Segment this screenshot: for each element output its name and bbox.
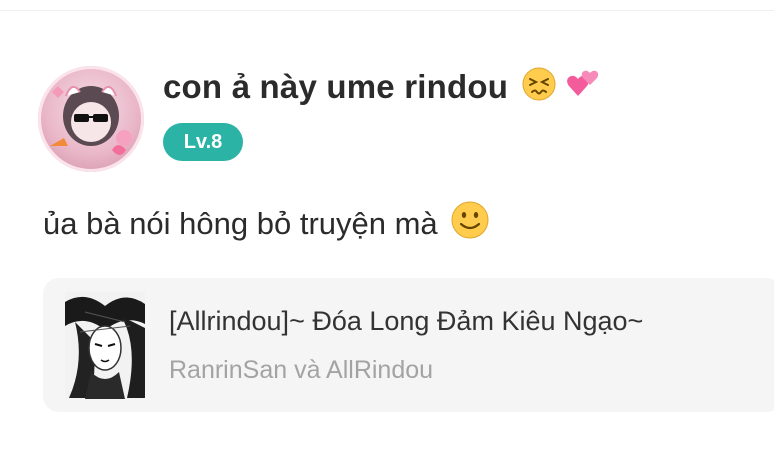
top-divider [0,10,774,11]
story-cover-image [65,292,145,399]
comment-message-text: ủa bà nói hông bỏ truyện mà [43,206,438,242]
level-badge: Lv.8 [163,123,243,161]
username[interactable]: con ả này ume rindou [163,66,605,112]
story-author: RanrinSan và AllRindou [169,356,434,384]
avatar-illustration [50,85,132,155]
persevering-face-icon [521,66,557,112]
two-hearts-icon [561,66,605,112]
slightly-smiling-face-icon [450,200,490,252]
avatar[interactable] [38,66,144,172]
username-text: con ả này ume rindou [163,68,509,105]
comment-message: ủa bà nói hông bỏ truyện mà [43,200,490,252]
story-title: [Allrindou]~ Đóa Long Đảm Kiêu Ngạo~ [169,306,644,336]
story-card[interactable]: [Allrindou]~ Đóa Long Đảm Kiêu Ngạo~ Ran… [43,278,774,412]
